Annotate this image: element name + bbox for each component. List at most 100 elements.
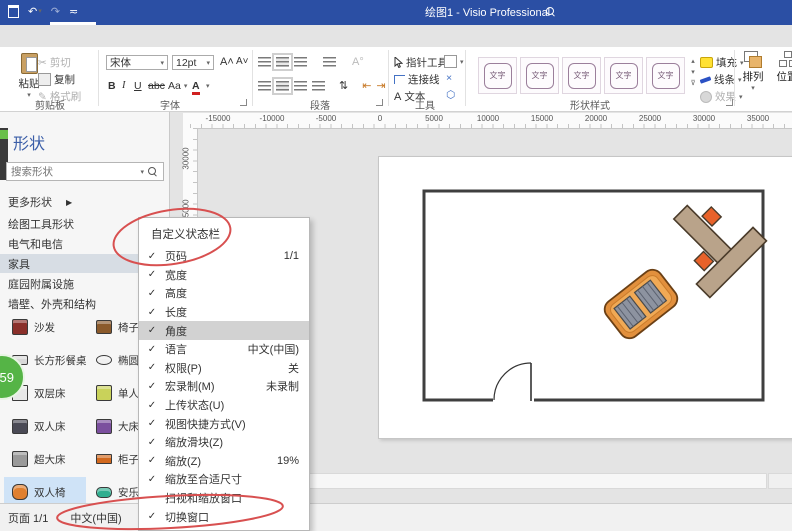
strikethrough-button[interactable]: abc [148,80,165,92]
menu-item-3[interactable]: ✓长度 [139,303,309,322]
effects-icon [700,91,712,103]
menu-item-11[interactable]: ✓缩放(Z)19% [139,452,309,471]
paragraph-row-1: A° [258,56,364,68]
shape-style-swatch[interactable]: 文字 [604,57,643,94]
menu-item-9[interactable]: ✓视图快捷方式(V) [139,414,309,433]
align-center-icon[interactable] [276,81,289,91]
connection-point-button[interactable]: × [446,72,452,84]
menu-item-label: 缩放至合适尺寸 [165,471,299,487]
gallery-down-icon[interactable]: ▾ [691,68,695,76]
align-bottom-icon[interactable] [294,57,307,67]
scrollbar-corner[interactable] [768,473,792,489]
font-color-button[interactable]: A [192,80,200,95]
status-language-indicator[interactable]: 中文(中国) [70,510,121,526]
align-top-icon[interactable] [258,57,271,67]
decrease-indent-icon[interactable]: ⇤ [362,79,371,92]
ruler-label: -15000 [206,114,231,123]
connector-button[interactable]: 连接线 [394,72,440,87]
font-family-combo[interactable]: 宋体▾ [106,55,168,70]
shrink-font-button[interactable]: A˅ [236,56,249,67]
ruler-label: 5000 [425,114,443,123]
underline-button[interactable]: U [134,80,142,92]
increase-indent-icon[interactable]: ⇥ [376,79,385,92]
ruler-label: 0 [378,114,382,123]
position-button[interactable]: 位置 [772,51,792,84]
ruler-label: -10000 [260,114,285,123]
shapes-panel-title: 形状 [13,130,45,154]
redo-icon[interactable]: ↷ [51,5,60,18]
fill-button[interactable]: 填充▾ [700,55,744,70]
menu-item-label: 缩放滑块(Z) [165,434,299,450]
stencil-shape-0[interactable]: 沙发 [4,312,86,342]
menu-item-13[interactable]: 扫视和缩放窗口 [139,489,309,508]
menu-item-1[interactable]: ✓宽度 [139,266,309,285]
shape-style-swatch[interactable]: 文字 [646,57,685,94]
font-color-dropdown[interactable]: ▾ [206,82,210,90]
menu-item-8[interactable]: ✓上传状态(U) [139,396,309,415]
single-bed-icon [96,385,112,401]
menu-item-14[interactable]: ✓切换窗口 [139,507,309,526]
stencil-shape-label: 沙发 [34,320,55,335]
text-direction-icon[interactable]: ⇅ [339,79,348,92]
bold-button[interactable]: B [108,80,116,92]
pointer-tool-button[interactable]: 指针工具 [394,55,448,70]
paragraph-dialog-launcher-icon[interactable] [376,99,383,106]
menu-item-label: 语言 [165,341,248,357]
undo-icon[interactable]: ↶▾ [28,5,42,18]
stencil-shape-label: 柜子 [118,452,139,467]
align-middle-icon[interactable] [276,57,289,67]
gallery-up-icon[interactable]: ▴ [691,57,695,65]
customize-qat-icon[interactable]: ≂ [69,5,78,18]
ruler-label: 15000 [531,114,553,123]
grow-font-button[interactable]: A˄ [220,56,234,68]
shape-styles-dialog-launcher-icon[interactable] [726,99,733,106]
change-case-button[interactable]: Aa▾ [168,80,187,92]
copy-button[interactable]: 复制 [38,72,75,87]
gallery-more-icon[interactable]: ⊽ [690,79,695,87]
chevron-right-icon: ▶ [66,198,72,207]
font-size-combo[interactable]: 12pt▾ [172,55,214,70]
shape-style-swatch[interactable]: 文字 [478,57,517,94]
fill-icon [700,57,713,68]
menu-item-4[interactable]: ✓角度 [139,321,309,340]
more-shapes-item[interactable]: 更多形状 ▶ [8,194,72,210]
save-icon[interactable] [8,5,19,18]
menu-item-6[interactable]: ✓权限(P)关 [139,359,309,378]
align-left-icon[interactable] [258,81,271,91]
sofa-icon [12,319,28,335]
stencil-shape-6[interactable]: 双人床 [4,411,86,441]
chevron-down-icon[interactable]: ▾ [140,168,144,176]
menu-item-5[interactable]: ✓语言中文(中国) [139,340,309,359]
justify-icon[interactable] [312,81,325,91]
line-button[interactable]: 线条▾ [700,72,742,87]
shape-search-box[interactable]: ▾ [6,162,164,181]
menu-item-12[interactable]: ✓缩放至合适尺寸 [139,470,309,489]
menu-item-2[interactable]: ✓高度 [139,284,309,303]
menu-item-label: 页码 [165,248,284,264]
checkmark-icon: ✓ [139,251,165,262]
checkmark-icon: ✓ [139,400,165,411]
bullets-icon[interactable] [323,57,336,67]
menu-item-10[interactable]: ✓缩放滑块(Z) [139,433,309,452]
line-icon [700,76,712,84]
menu-item-0[interactable]: ✓页码1/1 [139,247,309,266]
shape-style-swatch[interactable]: 文字 [520,57,559,94]
stencil-shape-label: 双人椅 [34,485,66,500]
effects-button[interactable]: 效果▾ [700,89,743,104]
align-right-icon[interactable] [294,81,307,91]
search-input[interactable] [7,166,140,178]
rotate-text-icon[interactable]: A° [352,56,364,68]
arrange-button[interactable]: 排列 ▾ [738,51,768,92]
italic-button[interactable]: I [122,80,126,91]
cut-button[interactable]: ✂剪切 [38,55,71,70]
menu-item-7[interactable]: ✓宏录制(M)未录制 [139,377,309,396]
font-dialog-launcher-icon[interactable] [240,99,247,106]
search-icon[interactable] [148,167,157,176]
menu-item-label: 权限(P) [165,360,288,376]
stencil-shape-8[interactable]: 超大床 [4,444,86,474]
rectangle-tool-button[interactable]: ▾ [444,55,464,68]
shape-style-swatch[interactable]: 文字 [562,57,601,94]
stencil-shape-label: 双层床 [34,386,66,401]
status-page-indicator[interactable]: 页面 1/1 [8,510,48,526]
ruler-label: 35000 [747,114,769,123]
